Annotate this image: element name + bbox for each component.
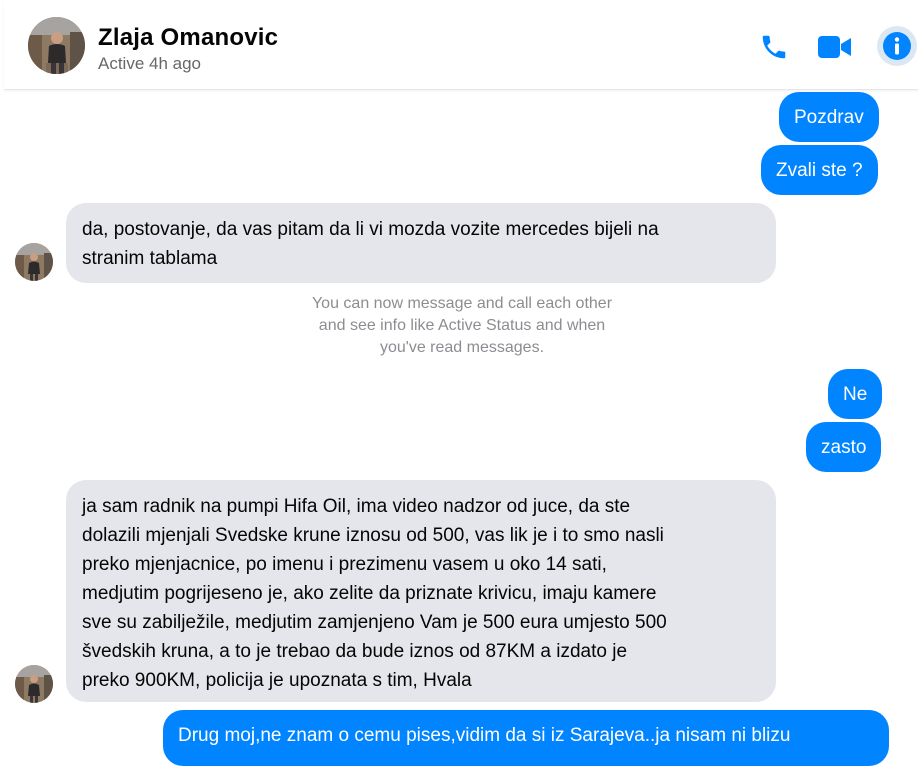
- message-bubble-outgoing[interactable]: Zvali ste ?: [761, 145, 878, 195]
- message-bubble-incoming[interactable]: ja sam radnik na pumpi Hifa Oil, ima vid…: [66, 480, 776, 702]
- message-thread[interactable]: Pozdrav Zvali ste ? da, postovanje, da v…: [0, 90, 918, 766]
- contact-avatar[interactable]: [28, 17, 85, 74]
- message-line: preko mjenjacnice, po imenu i prezimenu …: [82, 554, 607, 575]
- message-line: ja sam radnik na pumpi Hifa Oil, ima vid…: [82, 496, 631, 517]
- contact-avatar-small[interactable]: [15, 243, 53, 281]
- conversation-info-button[interactable]: [877, 26, 917, 66]
- contact-name[interactable]: Zlaja Omanovic: [98, 24, 278, 52]
- message-line: švedskih kruna, a to je trebao da bude i…: [82, 641, 628, 662]
- message-bubble-outgoing[interactable]: Pozdrav: [779, 92, 879, 142]
- contact-avatar-small[interactable]: [15, 665, 53, 703]
- message-line: preko 900KM, policija je upoznata s tim,…: [82, 670, 472, 691]
- system-notice-line: You can now message and call each other: [311, 295, 613, 312]
- info-icon: [883, 32, 911, 60]
- message-line: stranim tablama: [82, 248, 218, 269]
- system-notice: You can now message and call each other …: [262, 293, 662, 359]
- system-notice-line: you've read messages.: [379, 339, 545, 356]
- message-line: dolazili mjenjali Svedske krune iznosu o…: [82, 525, 664, 546]
- video-call-button[interactable]: [817, 27, 853, 67]
- message-line: sve su zabilježile, medjutim zamjenjeno …: [82, 612, 667, 633]
- message-bubble-outgoing[interactable]: zasto: [806, 422, 882, 472]
- system-notice-line: and see info like Active Status and when: [318, 317, 606, 334]
- message-bubble-incoming[interactable]: da, postovanje, da vas pitam da li vi mo…: [66, 203, 776, 283]
- voice-call-button[interactable]: [756, 27, 792, 67]
- message-bubble-outgoing[interactable]: Drug moj,ne znam o cemu pises,vidim da s…: [163, 710, 889, 766]
- message-line: da, postovanje, da vas pitam da li vi mo…: [82, 219, 659, 240]
- conversation-header: Zlaja Omanovic Active 4h ago: [4, 2, 918, 90]
- active-status: Active 4h ago: [98, 54, 202, 73]
- message-line: medjutim pogrijeseno je, ako zelite da p…: [82, 583, 657, 604]
- video-camera-icon: [818, 36, 851, 58]
- phone-icon: [762, 35, 786, 59]
- message-bubble-outgoing[interactable]: Ne: [828, 369, 883, 419]
